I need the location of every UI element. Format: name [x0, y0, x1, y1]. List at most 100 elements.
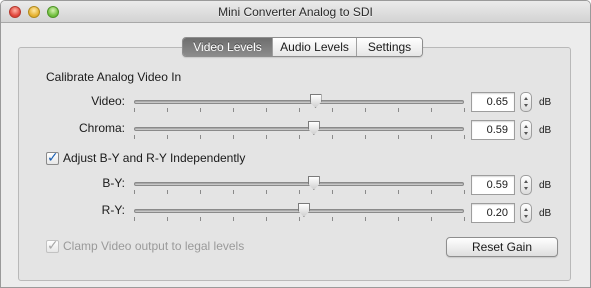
- section-title-calibrate: Calibrate Analog Video In: [46, 70, 182, 84]
- window: Mini Converter Analog to SDI Video Level…: [0, 0, 591, 288]
- stepper-down-icon[interactable]: [524, 132, 528, 135]
- slider-tick: [398, 135, 399, 139]
- stepper-down-icon[interactable]: [524, 187, 528, 190]
- slider-tick: [299, 190, 300, 194]
- slider-tick: [398, 190, 399, 194]
- slider-knob[interactable]: [307, 121, 320, 135]
- stepper-up-icon[interactable]: [524, 180, 528, 183]
- slider-ticks: [134, 217, 465, 222]
- slider-tick: [167, 108, 168, 112]
- slider-tick: [431, 217, 432, 221]
- slider-tick: [431, 135, 432, 139]
- title-bar: Mini Converter Analog to SDI: [1, 1, 590, 23]
- ry-stepper-icon[interactable]: [520, 203, 532, 223]
- slider-tick: [233, 217, 234, 221]
- ry-label: R-Y:: [101, 203, 125, 217]
- slider-tick: [233, 190, 234, 194]
- slider-tick: [398, 217, 399, 221]
- slider-tick: [332, 135, 333, 139]
- video-label: Video:: [91, 94, 125, 108]
- slider-tick: [398, 108, 399, 112]
- chroma-stepper-icon[interactable]: [520, 120, 532, 140]
- slider-tick: [299, 135, 300, 139]
- tab-bar: Video Levels Audio Levels Settings: [182, 37, 423, 57]
- stepper-up-icon[interactable]: [524, 208, 528, 211]
- video-value-field[interactable]: 0.65: [471, 92, 515, 112]
- ry-value-field[interactable]: 0.20: [471, 203, 515, 223]
- by-value-field[interactable]: 0.59: [471, 175, 515, 195]
- independent-checkbox-row[interactable]: ✓ Adjust B-Y and R-Y Independently: [46, 148, 246, 165]
- slider-tick: [464, 135, 465, 139]
- slider-tick: [431, 108, 432, 112]
- slider-tick: [266, 135, 267, 139]
- slider-tick: [365, 217, 366, 221]
- by-unit: dB: [539, 180, 552, 191]
- checkmark-icon: ✓: [47, 148, 59, 165]
- slider-tick: [332, 217, 333, 221]
- tab-video-levels[interactable]: Video Levels: [183, 38, 272, 56]
- slider-ticks: [134, 108, 465, 113]
- slider-tick: [266, 190, 267, 194]
- ry-slider[interactable]: [134, 203, 465, 222]
- slider-knob[interactable]: [297, 203, 310, 217]
- by-stepper-icon[interactable]: [520, 175, 532, 195]
- slider-tick: [233, 108, 234, 112]
- independent-checkbox[interactable]: ✓: [46, 148, 59, 165]
- slider-tick: [134, 108, 135, 112]
- slider-tick: [332, 190, 333, 194]
- stepper-down-icon[interactable]: [524, 104, 528, 107]
- by-slider[interactable]: [134, 176, 465, 195]
- slider-tick: [200, 217, 201, 221]
- stepper-up-icon[interactable]: [524, 125, 528, 128]
- slider-knob[interactable]: [309, 94, 322, 108]
- slider-knob[interactable]: [307, 176, 320, 190]
- slider-tick: [200, 108, 201, 112]
- slider-tick: [299, 217, 300, 221]
- clamp-checkbox: ✓: [46, 236, 59, 253]
- independent-checkbox-label: Adjust B-Y and R-Y Independently: [63, 151, 246, 165]
- video-slider[interactable]: [134, 94, 465, 113]
- by-label: B-Y:: [102, 176, 125, 190]
- slider-tick: [167, 135, 168, 139]
- slider-tick: [200, 135, 201, 139]
- slider-tick: [266, 108, 267, 112]
- tab-settings[interactable]: Settings: [356, 38, 422, 56]
- slider-tick: [332, 108, 333, 112]
- video-stepper-icon[interactable]: [520, 92, 532, 112]
- chroma-value-field[interactable]: 0.59: [471, 120, 515, 140]
- slider-tick: [299, 108, 300, 112]
- slider-tick: [266, 217, 267, 221]
- ry-unit: dB: [539, 208, 552, 219]
- slider-track: [134, 127, 464, 131]
- slider-tick: [365, 190, 366, 194]
- slider-tick: [365, 135, 366, 139]
- slider-tick: [464, 190, 465, 194]
- slider-tick: [464, 217, 465, 221]
- slider-tick: [365, 108, 366, 112]
- checkmark-icon: ✓: [47, 236, 59, 253]
- video-unit: dB: [539, 97, 552, 108]
- slider-tick: [464, 108, 465, 112]
- slider-tick: [431, 190, 432, 194]
- slider-track: [134, 100, 464, 104]
- stepper-up-icon[interactable]: [524, 97, 528, 100]
- tab-audio-levels[interactable]: Audio Levels: [272, 38, 356, 56]
- slider-tick: [167, 190, 168, 194]
- clamp-checkbox-label: Clamp Video output to legal levels: [63, 239, 245, 253]
- clamp-checkbox-row: ✓ Clamp Video output to legal levels: [46, 236, 245, 253]
- slider-ticks: [134, 135, 465, 140]
- window-title: Mini Converter Analog to SDI: [218, 5, 373, 19]
- chroma-unit: dB: [539, 125, 552, 136]
- stepper-down-icon[interactable]: [524, 215, 528, 218]
- slider-tick: [134, 190, 135, 194]
- slider-tick: [200, 190, 201, 194]
- slider-tick: [167, 217, 168, 221]
- reset-gain-button[interactable]: Reset Gain: [446, 237, 558, 257]
- slider-track: [134, 182, 464, 186]
- slider-tick: [134, 135, 135, 139]
- chroma-slider[interactable]: [134, 121, 465, 140]
- slider-ticks: [134, 190, 465, 195]
- slider-tick: [233, 135, 234, 139]
- slider-tick: [134, 217, 135, 221]
- chroma-label: Chroma:: [78, 121, 125, 135]
